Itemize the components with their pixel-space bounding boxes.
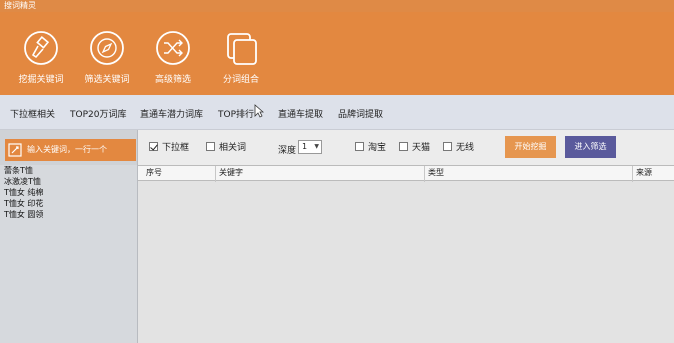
- column-header-source[interactable]: 来源: [632, 166, 674, 182]
- keyword-list[interactable]: 蕾条T恤 冰激凌T恤 T恤女 纯棉 T恤女 印花 T恤女 圆领: [0, 165, 137, 343]
- checkbox-checked-icon: [149, 142, 158, 151]
- checkbox-icon: [443, 142, 452, 151]
- input-keywords-label: 输入关键词，一行一个: [27, 145, 107, 154]
- tmall-checkbox-label: 天猫: [412, 143, 431, 153]
- results-table[interactable]: 序号 关键字 类型 来源: [138, 165, 674, 343]
- wireless-checkbox[interactable]: 无线: [443, 142, 474, 154]
- compass-icon: [90, 31, 124, 65]
- start-mining-button[interactable]: 开始挖掘: [505, 136, 556, 158]
- mouse-cursor-icon: [254, 104, 264, 118]
- options-bar: 下拉框 相关词 深度 1 ▼ 淘宝 天猫 无线 开始挖掘 进入筛选: [138, 130, 674, 165]
- related-checkbox[interactable]: 相关词: [206, 142, 246, 154]
- mine-keywords-button[interactable]: 挖掘关键词: [8, 30, 74, 90]
- depth-select[interactable]: 1 ▼: [298, 140, 322, 154]
- list-item: T恤女 圆领: [4, 210, 44, 219]
- related-checkbox-label: 相关词: [219, 143, 247, 153]
- taobao-checkbox[interactable]: 淘宝: [355, 142, 386, 154]
- input-keywords-button[interactable]: 输入关键词，一行一个: [5, 139, 136, 161]
- dropdown-checkbox-label: 下拉框: [162, 143, 190, 153]
- word-combine-label: 分词组合: [222, 75, 259, 85]
- chevron-down-icon: ▼: [314, 143, 319, 150]
- word-combine-button[interactable]: 分词组合: [208, 30, 274, 90]
- keyword-sidebar: 输入关键词，一行一个 蕾条T恤 冰激凌T恤 T恤女 纯棉 T恤女 印花 T恤女 …: [0, 130, 138, 343]
- mine-keywords-label: 挖掘关键词: [18, 75, 64, 85]
- ribbon-toolbar: 挖掘关键词 筛选关键词 高级筛选 分词组合: [0, 12, 674, 95]
- depth-value: 1: [302, 142, 308, 151]
- title-bar: 搜词精灵: [0, 0, 674, 12]
- tab-ztc-extract[interactable]: 直通车提取: [278, 107, 323, 120]
- copy-icon: [227, 33, 257, 65]
- list-item: T恤女 纯棉: [4, 188, 44, 197]
- checkbox-icon: [399, 142, 408, 151]
- nav-tabs: 下拉框相关 TOP20万词库 直通车潜力词库 TOP排行 直通车提取 品牌词提取: [0, 95, 674, 130]
- column-header-keyword[interactable]: 关键字: [215, 166, 423, 182]
- tab-top20w[interactable]: TOP20万词库: [70, 107, 126, 120]
- tab-top-rank[interactable]: TOP排行: [218, 107, 254, 120]
- list-item: T恤女 印花: [4, 199, 44, 208]
- filter-keywords-button[interactable]: 筛选关键词: [74, 30, 140, 90]
- column-header-type[interactable]: 类型: [424, 166, 631, 182]
- flashlight-icon: [24, 31, 58, 65]
- advanced-filter-label: 高级筛选: [154, 75, 191, 85]
- table-body: [138, 181, 674, 343]
- taobao-checkbox-label: 淘宝: [368, 143, 387, 153]
- window-title: 搜词精灵: [4, 1, 36, 10]
- wireless-checkbox-label: 无线: [456, 143, 475, 153]
- enter-filter-button[interactable]: 进入筛选: [565, 136, 616, 158]
- dropdown-checkbox[interactable]: 下拉框: [149, 142, 189, 154]
- table-header: 序号 关键字 类型 来源: [138, 165, 674, 182]
- filter-keywords-label: 筛选关键词: [84, 75, 130, 85]
- edit-icon: [8, 143, 22, 157]
- checkbox-icon: [355, 142, 364, 151]
- list-item: 冰激凌T恤: [4, 177, 41, 186]
- column-header-index[interactable]: 序号: [143, 166, 214, 182]
- checkbox-icon: [206, 142, 215, 151]
- advanced-filter-button[interactable]: 高级筛选: [140, 30, 206, 90]
- tab-ztc-potential[interactable]: 直通车潜力词库: [140, 107, 203, 120]
- tmall-checkbox[interactable]: 天猫: [399, 142, 430, 154]
- tab-dropdown-related[interactable]: 下拉框相关: [10, 107, 55, 120]
- list-item: 蕾条T恤: [4, 166, 33, 175]
- depth-label: 深度: [278, 146, 297, 156]
- shuffle-icon: [156, 31, 190, 65]
- tab-brand-extract[interactable]: 品牌词提取: [338, 107, 383, 120]
